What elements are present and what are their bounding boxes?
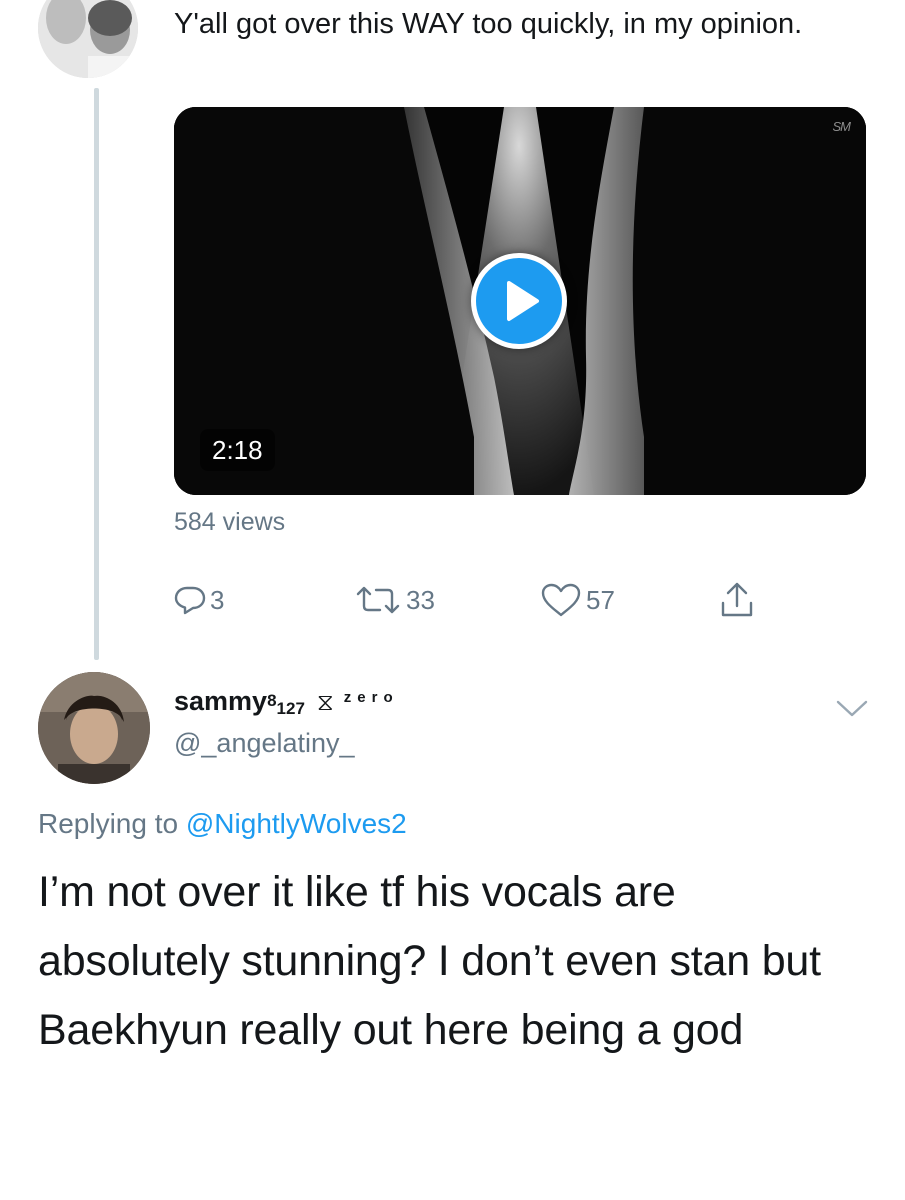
reply-button[interactable]: 3 xyxy=(174,578,224,622)
display-name-glyph: ⧖ xyxy=(316,689,334,716)
reply-avatar[interactable] xyxy=(38,672,150,784)
play-icon xyxy=(507,281,539,321)
reply-bubble-icon xyxy=(174,586,206,615)
share-icon xyxy=(721,582,753,617)
video-duration: 2:18 xyxy=(200,429,275,471)
video-player[interactable]: SM 2:18 xyxy=(174,107,866,495)
replying-prefix: Replying to xyxy=(38,808,179,839)
more-options-button[interactable] xyxy=(832,694,872,722)
display-name-suffix: zero xyxy=(343,689,399,706)
reply-handle[interactable]: @_angelatiny_ xyxy=(174,728,355,759)
parent-tweet-text: Y'all got over this WAY too quickly, in … xyxy=(174,8,803,40)
reply-count: 3 xyxy=(210,584,225,615)
retweet-icon xyxy=(356,586,400,614)
parent-avatar[interactable] xyxy=(38,0,138,78)
view-count: 584 views xyxy=(174,508,286,536)
reply-display-name[interactable]: sammy 8 127 ⧖ zero xyxy=(174,686,399,718)
retweet-button[interactable]: 33 xyxy=(354,578,435,622)
retweet-count: 33 xyxy=(406,584,435,615)
thread-line xyxy=(94,88,99,660)
video-logo: SM xyxy=(832,119,851,134)
display-name-superscript: 8 xyxy=(267,691,277,710)
like-button[interactable]: 57 xyxy=(540,578,615,622)
display-name-subscript: 127 xyxy=(276,699,305,718)
play-button[interactable] xyxy=(471,253,567,349)
like-count: 57 xyxy=(586,584,615,615)
display-name-main: sammy xyxy=(174,686,268,716)
heart-icon xyxy=(541,583,581,617)
replying-to-line: Replying to @NightlyWolves2 xyxy=(38,808,407,840)
chevron-down-icon xyxy=(836,700,868,717)
share-button[interactable] xyxy=(720,578,754,622)
reply-tweet-text: I’m not over it like tf his vocals are a… xyxy=(38,868,821,1054)
replying-mention-link[interactable]: @NightlyWolves2 xyxy=(186,808,407,839)
